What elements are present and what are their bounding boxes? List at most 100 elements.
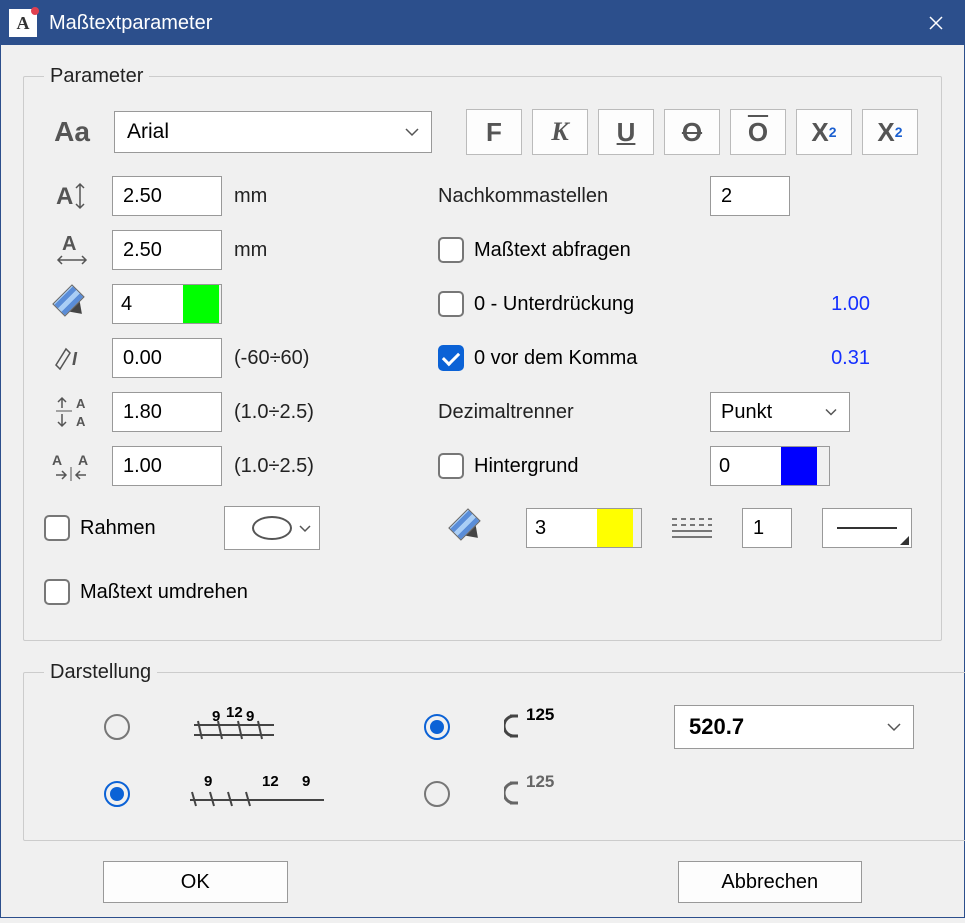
zero-suppression-label: 0 - Unterdrückung xyxy=(474,293,634,316)
parameter-legend: Parameter xyxy=(44,65,149,88)
line-spacing-icon: AA xyxy=(44,394,100,430)
query-text-checkbox[interactable]: Maßtext abfragen xyxy=(438,237,698,263)
background-label: Hintergrund xyxy=(474,455,579,478)
svg-text:9: 9 xyxy=(302,773,310,790)
char-spacing-icon: AA xyxy=(44,449,100,483)
leading-zero-label: 0 vor dem Komma xyxy=(474,347,637,370)
svg-text:9: 9 xyxy=(204,773,212,790)
decimal-sep-label: Dezimaltrenner xyxy=(438,401,698,424)
text-angle-icon: I xyxy=(44,343,100,373)
frame-checkbox[interactable]: Rahmen xyxy=(44,515,194,541)
angle-range: (-60÷60) xyxy=(234,347,374,370)
reverse-text-checkbox[interactable]: Maßtext umdrehen xyxy=(44,579,248,605)
svg-text:9: 9 xyxy=(246,708,254,725)
display-override1-icon: 125 xyxy=(504,704,654,749)
text-height-unit: mm xyxy=(234,185,374,208)
pen-color-input[interactable] xyxy=(112,284,222,324)
decimal-sep-select[interactable]: Punkt xyxy=(710,392,850,432)
char-spacing-range: (1.0÷2.5) xyxy=(234,455,374,478)
svg-text:A: A xyxy=(78,452,88,468)
char-spacing-input[interactable] xyxy=(112,446,222,486)
pen-icon xyxy=(44,290,100,318)
chevron-down-icon xyxy=(825,408,837,417)
subscript-button[interactable]: X2 xyxy=(796,109,852,155)
svg-text:A: A xyxy=(62,233,76,255)
display-override2-icon: 125 xyxy=(504,771,654,816)
frame-label: Rahmen xyxy=(80,517,156,540)
font-name: Arial xyxy=(127,120,169,144)
query-text-label: Maßtext abfragen xyxy=(474,239,631,262)
underline-button[interactable]: U xyxy=(598,109,654,155)
cancel-button[interactable]: Abbrechen xyxy=(678,861,863,903)
reverse-text-label: Maßtext umdrehen xyxy=(80,581,248,604)
svg-text:125: 125 xyxy=(526,705,554,724)
app-icon: A xyxy=(9,9,37,37)
strike-button[interactable]: O xyxy=(664,109,720,155)
aux-pen-icon xyxy=(440,514,496,542)
decimal-places-input[interactable] xyxy=(710,176,790,216)
parameter-group: Parameter Aa Arial F K U O O X2 X2 xyxy=(23,65,942,641)
font-select[interactable]: Arial xyxy=(114,111,432,153)
display-override2-radio[interactable] xyxy=(424,781,450,807)
linetype-icon xyxy=(672,518,712,538)
svg-text:12: 12 xyxy=(262,773,279,790)
oval-icon xyxy=(252,516,292,540)
leading-zero-example: 0.31 xyxy=(710,347,880,370)
svg-text:A: A xyxy=(76,414,86,429)
superscript-button[interactable]: X2 xyxy=(862,109,918,155)
close-button[interactable] xyxy=(916,3,956,43)
zero-suppression-checkbox[interactable]: 0 - Unterdrückung xyxy=(438,291,698,317)
line-spacing-range: (1.0÷2.5) xyxy=(234,401,374,424)
checkbox-icon xyxy=(438,291,464,317)
leading-zero-checkbox[interactable]: 0 vor dem Komma xyxy=(438,345,698,371)
text-height-icon: A xyxy=(44,180,100,212)
checkbox-icon xyxy=(438,237,464,263)
display-value-select[interactable]: 520.7 xyxy=(674,705,914,749)
display-stacked-radio[interactable] xyxy=(104,714,130,740)
linetype-select[interactable] xyxy=(822,508,912,548)
text-width-input[interactable] xyxy=(112,230,222,270)
italic-button[interactable]: K xyxy=(532,109,588,155)
svg-text:A: A xyxy=(52,452,62,468)
display-chain-radio[interactable] xyxy=(104,781,130,807)
checkbox-checked-icon xyxy=(438,345,464,371)
chevron-down-icon xyxy=(887,722,901,732)
zero-suppression-example: 1.00 xyxy=(710,293,880,316)
checkbox-icon xyxy=(44,515,70,541)
linetype-input[interactable] xyxy=(742,508,792,548)
ok-button[interactable]: OK xyxy=(103,861,288,903)
svg-text:125: 125 xyxy=(526,772,554,791)
chevron-down-icon xyxy=(299,524,311,533)
frame-shape-select[interactable] xyxy=(224,506,320,550)
bold-button[interactable]: F xyxy=(466,109,522,155)
checkbox-icon xyxy=(44,579,70,605)
chevron-down-icon xyxy=(405,127,419,137)
dropdown-corner-icon xyxy=(900,536,909,545)
aux-pen-input[interactable] xyxy=(526,508,642,548)
text-width-unit: mm xyxy=(234,239,374,262)
text-height-input[interactable] xyxy=(112,176,222,216)
display-stacked-icon: 9 12 9 xyxy=(184,705,344,749)
svg-text:A: A xyxy=(56,183,73,210)
display-override1-radio[interactable] xyxy=(424,714,450,740)
text-width-icon: A xyxy=(44,232,100,268)
line-spacing-input[interactable] xyxy=(112,392,222,432)
pen-color-swatch[interactable] xyxy=(183,285,219,323)
overline-button[interactable]: O xyxy=(730,109,786,155)
svg-text:I: I xyxy=(72,349,78,369)
decimal-places-label: Nachkommastellen xyxy=(438,185,698,208)
close-icon xyxy=(928,15,944,31)
font-icon: Aa xyxy=(54,116,90,148)
background-color-input[interactable] xyxy=(710,446,830,486)
angle-input[interactable] xyxy=(112,338,222,378)
display-legend: Darstellung xyxy=(44,661,157,684)
aux-pen-swatch[interactable] xyxy=(597,509,633,547)
svg-text:A: A xyxy=(76,396,86,411)
background-color-swatch[interactable] xyxy=(781,447,817,485)
svg-text:12: 12 xyxy=(226,705,243,721)
checkbox-icon xyxy=(438,453,464,479)
background-checkbox[interactable]: Hintergrund xyxy=(438,453,698,479)
titlebar: A Maßtextparameter xyxy=(1,1,964,45)
window-title: Maßtextparameter xyxy=(49,12,916,35)
display-chain-icon: 9 12 9 xyxy=(184,772,344,816)
